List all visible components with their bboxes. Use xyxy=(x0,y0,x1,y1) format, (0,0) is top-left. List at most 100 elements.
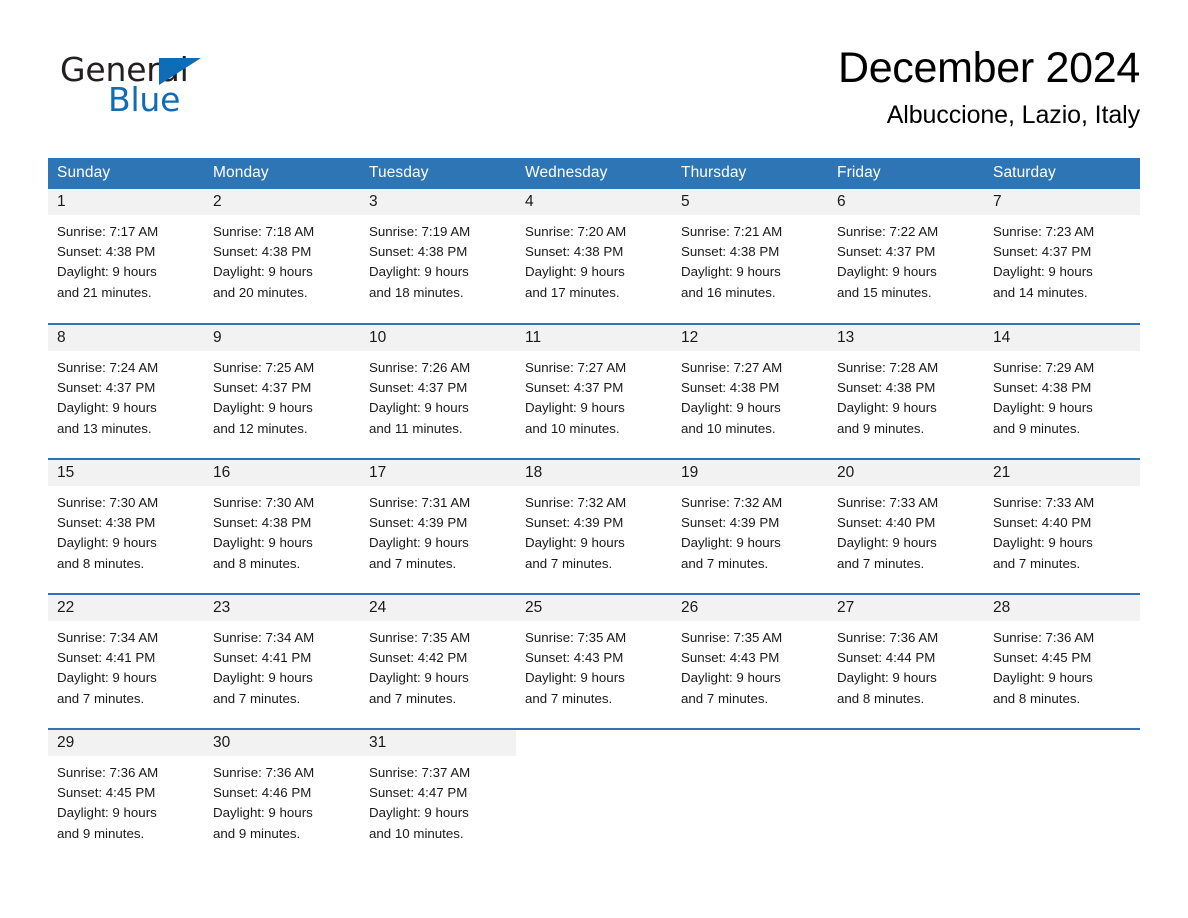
day-cell[interactable]: 23 Sunrise: 7:34 AM Sunset: 4:41 PM Dayl… xyxy=(204,593,360,729)
day-number-band: 16 xyxy=(204,460,360,486)
page-header: General Blue December 2024 Albuccione, L… xyxy=(48,42,1140,146)
day-sun-info: Sunrise: 7:34 AM Sunset: 4:41 PM Dayligh… xyxy=(57,630,159,706)
day-sun-info: Sunrise: 7:35 AM Sunset: 4:43 PM Dayligh… xyxy=(525,630,627,706)
day-cell[interactable]: 14 Sunrise: 7:29 AM Sunset: 4:38 PM Dayl… xyxy=(984,323,1140,459)
day-cell[interactable]: 20 Sunrise: 7:33 AM Sunset: 4:40 PM Dayl… xyxy=(828,458,984,594)
day-cell[interactable]: 28 Sunrise: 7:36 AM Sunset: 4:45 PM Dayl… xyxy=(984,593,1140,729)
day-sun-info: Sunrise: 7:27 AM Sunset: 4:37 PM Dayligh… xyxy=(525,360,627,436)
day-cell[interactable]: 24 Sunrise: 7:35 AM Sunset: 4:42 PM Dayl… xyxy=(360,593,516,729)
day-number-band: 30 xyxy=(204,730,360,756)
day-sun-info: Sunrise: 7:33 AM Sunset: 4:40 PM Dayligh… xyxy=(993,495,1095,571)
day-number-band: 12 xyxy=(672,325,828,351)
calendar-week-row: 29 Sunrise: 7:36 AM Sunset: 4:45 PM Dayl… xyxy=(48,728,1140,864)
day-number: 10 xyxy=(369,329,387,346)
day-number: 17 xyxy=(369,464,387,481)
day-cell-empty xyxy=(984,728,1140,864)
day-number: 19 xyxy=(681,464,699,481)
day-sun-info: Sunrise: 7:32 AM Sunset: 4:39 PM Dayligh… xyxy=(525,495,627,571)
day-cell[interactable]: 17 Sunrise: 7:31 AM Sunset: 4:39 PM Dayl… xyxy=(360,458,516,594)
day-sun-info: Sunrise: 7:17 AM Sunset: 4:38 PM Dayligh… xyxy=(57,224,159,300)
day-number-band: 26 xyxy=(672,595,828,621)
day-number: 21 xyxy=(993,464,1011,481)
day-cell[interactable]: 6 Sunrise: 7:22 AM Sunset: 4:37 PM Dayli… xyxy=(828,189,984,324)
day-number-band: 29 xyxy=(48,730,204,756)
day-cell[interactable]: 7 Sunrise: 7:23 AM Sunset: 4:37 PM Dayli… xyxy=(984,189,1140,324)
day-number-band: 11 xyxy=(516,325,672,351)
day-cell[interactable]: 21 Sunrise: 7:33 AM Sunset: 4:40 PM Dayl… xyxy=(984,458,1140,594)
day-cell-empty xyxy=(516,728,672,864)
calendar-week-row: 8 Sunrise: 7:24 AM Sunset: 4:37 PM Dayli… xyxy=(48,323,1140,459)
day-number-band: 5 xyxy=(672,189,828,215)
day-sun-info: Sunrise: 7:30 AM Sunset: 4:38 PM Dayligh… xyxy=(57,495,159,571)
day-cell[interactable]: 22 Sunrise: 7:34 AM Sunset: 4:41 PM Dayl… xyxy=(48,593,204,729)
day-cell[interactable]: 11 Sunrise: 7:27 AM Sunset: 4:37 PM Dayl… xyxy=(516,323,672,459)
day-number-band xyxy=(672,730,828,756)
day-sun-info: Sunrise: 7:21 AM Sunset: 4:38 PM Dayligh… xyxy=(681,224,783,300)
day-cell[interactable]: 16 Sunrise: 7:30 AM Sunset: 4:38 PM Dayl… xyxy=(204,458,360,594)
day-cell[interactable]: 12 Sunrise: 7:27 AM Sunset: 4:38 PM Dayl… xyxy=(672,323,828,459)
day-cell[interactable]: 18 Sunrise: 7:32 AM Sunset: 4:39 PM Dayl… xyxy=(516,458,672,594)
day-number: 25 xyxy=(525,599,543,616)
day-number-band: 8 xyxy=(48,325,204,351)
day-cell[interactable]: 31 Sunrise: 7:37 AM Sunset: 4:47 PM Dayl… xyxy=(360,728,516,864)
day-number-band: 28 xyxy=(984,595,1140,621)
day-number: 14 xyxy=(993,329,1011,346)
day-cell[interactable]: 26 Sunrise: 7:35 AM Sunset: 4:43 PM Dayl… xyxy=(672,593,828,729)
day-sun-info: Sunrise: 7:19 AM Sunset: 4:38 PM Dayligh… xyxy=(369,224,471,300)
weekday-header-tuesday: Tuesday xyxy=(360,158,516,189)
weekday-header-wednesday: Wednesday xyxy=(516,158,672,189)
day-number: 23 xyxy=(213,599,231,616)
day-cell[interactable]: 4 Sunrise: 7:20 AM Sunset: 4:38 PM Dayli… xyxy=(516,189,672,324)
day-sun-info: Sunrise: 7:18 AM Sunset: 4:38 PM Dayligh… xyxy=(213,224,315,300)
day-cell[interactable]: 30 Sunrise: 7:36 AM Sunset: 4:46 PM Dayl… xyxy=(204,728,360,864)
day-cell[interactable]: 8 Sunrise: 7:24 AM Sunset: 4:37 PM Dayli… xyxy=(48,323,204,459)
day-sun-info: Sunrise: 7:27 AM Sunset: 4:38 PM Dayligh… xyxy=(681,360,783,436)
day-number: 31 xyxy=(369,734,387,751)
day-number-band: 13 xyxy=(828,325,984,351)
day-cell[interactable]: 9 Sunrise: 7:25 AM Sunset: 4:37 PM Dayli… xyxy=(204,323,360,459)
title-block: December 2024 Albuccione, Lazio, Italy xyxy=(440,42,1140,132)
day-number-band: 3 xyxy=(360,189,516,215)
day-number-band xyxy=(828,730,984,756)
day-number: 24 xyxy=(369,599,387,616)
day-cell[interactable]: 29 Sunrise: 7:36 AM Sunset: 4:45 PM Dayl… xyxy=(48,728,204,864)
day-number: 5 xyxy=(681,193,690,210)
weekday-header-thursday: Thursday xyxy=(672,158,828,189)
day-number-band xyxy=(516,730,672,756)
day-number-band: 2 xyxy=(204,189,360,215)
day-cell[interactable]: 15 Sunrise: 7:30 AM Sunset: 4:38 PM Dayl… xyxy=(48,458,204,594)
day-number: 30 xyxy=(213,734,231,751)
day-cell[interactable]: 19 Sunrise: 7:32 AM Sunset: 4:39 PM Dayl… xyxy=(672,458,828,594)
calendar-week-row: 15 Sunrise: 7:30 AM Sunset: 4:38 PM Dayl… xyxy=(48,458,1140,594)
day-number-band: 22 xyxy=(48,595,204,621)
page-title: December 2024 xyxy=(837,44,1140,92)
weekday-header-monday: Monday xyxy=(204,158,360,189)
day-sun-info: Sunrise: 7:35 AM Sunset: 4:42 PM Dayligh… xyxy=(369,630,471,706)
day-cell[interactable]: 10 Sunrise: 7:26 AM Sunset: 4:37 PM Dayl… xyxy=(360,323,516,459)
day-number-band: 14 xyxy=(984,325,1140,351)
day-number: 3 xyxy=(369,193,378,210)
day-sun-info xyxy=(672,756,828,763)
day-sun-info xyxy=(516,756,672,763)
day-number: 18 xyxy=(525,464,543,481)
day-cell[interactable]: 27 Sunrise: 7:36 AM Sunset: 4:44 PM Dayl… xyxy=(828,593,984,729)
day-number: 26 xyxy=(681,599,699,616)
day-number-band: 7 xyxy=(984,189,1140,215)
day-cell[interactable]: 13 Sunrise: 7:28 AM Sunset: 4:38 PM Dayl… xyxy=(828,323,984,459)
day-number: 2 xyxy=(213,193,222,210)
day-number: 9 xyxy=(213,329,222,346)
day-cell[interactable]: 25 Sunrise: 7:35 AM Sunset: 4:43 PM Dayl… xyxy=(516,593,672,729)
day-sun-info: Sunrise: 7:31 AM Sunset: 4:39 PM Dayligh… xyxy=(369,495,471,571)
day-number-band: 17 xyxy=(360,460,516,486)
weekday-header-sunday: Sunday xyxy=(48,158,204,189)
day-cell[interactable]: 3 Sunrise: 7:19 AM Sunset: 4:38 PM Dayli… xyxy=(360,189,516,324)
calendar-week-row: 22 Sunrise: 7:34 AM Sunset: 4:41 PM Dayl… xyxy=(48,593,1140,729)
day-sun-info: Sunrise: 7:36 AM Sunset: 4:45 PM Dayligh… xyxy=(993,630,1095,706)
day-number-band: 15 xyxy=(48,460,204,486)
day-number: 13 xyxy=(837,329,855,346)
day-cell[interactable]: 1 Sunrise: 7:17 AM Sunset: 4:38 PM Dayli… xyxy=(48,189,204,324)
day-cell-empty xyxy=(828,728,984,864)
day-number-band: 19 xyxy=(672,460,828,486)
day-cell[interactable]: 2 Sunrise: 7:18 AM Sunset: 4:38 PM Dayli… xyxy=(204,189,360,324)
day-cell[interactable]: 5 Sunrise: 7:21 AM Sunset: 4:38 PM Dayli… xyxy=(672,189,828,324)
